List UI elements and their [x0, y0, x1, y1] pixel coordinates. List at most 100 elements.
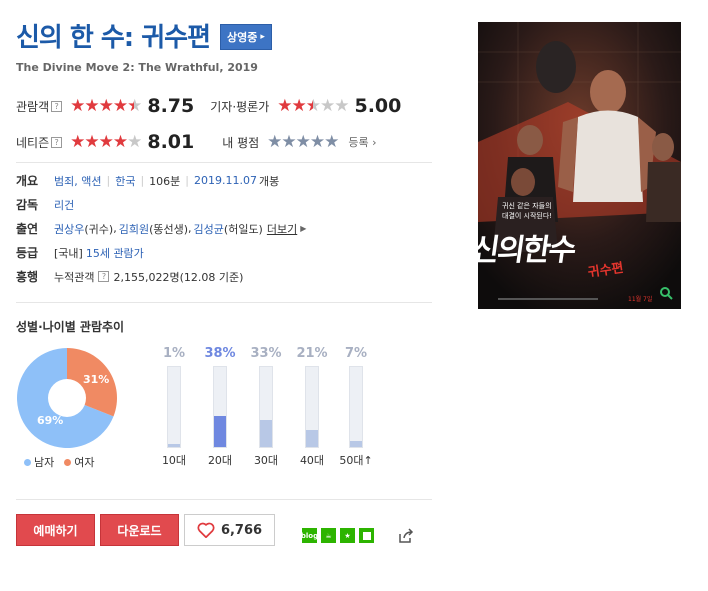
star-icon: ★★★★ [70, 96, 128, 116]
age-pct-label: 38% [204, 346, 236, 361]
rating-row-2: 네티즌 ? ★★★★ ★ 8.01 내 평점 ★★★★★ 등록 › [16, 131, 377, 153]
cast-member-link[interactable]: 김성균 [194, 221, 224, 237]
memo-share-icon[interactable] [359, 528, 374, 543]
grade-prefix: [국내] [54, 246, 83, 260]
age-bar-column: 38% 20대 [200, 346, 240, 468]
age-bar [214, 415, 226, 447]
legend-female: 여자 [64, 454, 95, 470]
cast-label: 출연 [16, 222, 39, 236]
poster-art: 귀신 같은 자들의 대결이 시작된다! 신의한수 귀수편 11월 7일 [478, 22, 681, 309]
poster-tagline-1: 귀신 같은 자들의 [502, 201, 552, 210]
heart-icon [197, 522, 215, 538]
divider [16, 302, 432, 303]
status-badge[interactable]: 상영중 ▸ [220, 23, 272, 50]
genre-link[interactable]: 범죄, 액션 [54, 173, 101, 189]
like-count: 6,766 [220, 522, 263, 538]
boxoffice-text: 누적관객 [54, 270, 95, 284]
age-label: 40대 [299, 454, 325, 467]
overview-label: 개요 [16, 174, 39, 188]
blog-share-icon[interactable]: blog [301, 528, 318, 543]
cast-row: 출연 권상우 (귀수), 김희원 (똥선생), 김성균 (허일도) 더보기 ▶ [16, 220, 306, 237]
age-bar [260, 419, 272, 447]
movie-poster[interactable]: 귀신 같은 자들의 대결이 시작된다! 신의한수 귀수편 11월 7일 [478, 22, 681, 309]
gender-pie-chart: 69% 31% [17, 348, 118, 448]
age-label: 50대↑ [339, 454, 373, 467]
half-star-icon: ★ [305, 96, 321, 116]
release-date-link[interactable]: 2019.11.07 [194, 174, 257, 187]
legend-male-label: 남자 [34, 456, 55, 469]
audience-score: 8.75 [147, 95, 195, 117]
legend-male: 남자 [24, 454, 54, 470]
age-label: 10대 [161, 454, 187, 467]
chevron-right-icon: › [372, 136, 377, 149]
bookmark-star-icon[interactable]: ★ [340, 528, 355, 543]
like-button[interactable]: 6,766 [184, 514, 275, 546]
cast-role: (귀수) [84, 222, 114, 236]
my-rating-label-text: 내 평점 [222, 135, 260, 150]
netizen-label-text: 네티즌 [16, 135, 50, 150]
country-link[interactable]: 한국 [115, 173, 135, 189]
status-badge-label: 상영중 [227, 30, 258, 44]
age-pct-label: 21% [296, 346, 328, 361]
critic-score: 5.00 [354, 95, 402, 117]
reserve-button[interactable]: 예매하기 [16, 514, 95, 546]
help-icon[interactable]: ? [98, 271, 110, 282]
release-suffix: 개봉 [259, 174, 280, 188]
share-icon[interactable] [398, 528, 414, 544]
overview-row: 개요 범죄, 액션 | 한국 | 106분 | 2019.11.07 개봉 [16, 172, 279, 189]
comma: , [113, 222, 117, 235]
critic-label-text: 기자·평론가 [210, 99, 270, 114]
caret-right-icon: ▶ [300, 224, 307, 233]
age-pct-label: 7% [344, 346, 368, 361]
age-bar-track [305, 366, 319, 448]
netizen-stars: ★★★★ ★ [70, 132, 142, 152]
poster-tagline-2: 대결이 시작된다! [502, 211, 552, 220]
audience-trend-title: 성별·나이별 관람추이 [16, 320, 125, 334]
grade-row: 등급 [국내] 15세 관람가 [16, 244, 144, 261]
cast-role: (똥선생) [149, 222, 189, 236]
director-label: 감독 [16, 198, 39, 212]
pie-hole [48, 379, 86, 417]
star-icon: ★★ [277, 96, 307, 116]
register-rating-link[interactable]: 등록 › [348, 134, 376, 150]
runtime: 106분 [149, 174, 181, 188]
age-bar [350, 441, 362, 447]
cast-more-link[interactable]: 더보기 [267, 221, 297, 237]
star-icon: ★★★★ [70, 132, 128, 152]
age-pct-label: 33% [250, 346, 282, 361]
divider [16, 499, 432, 500]
director-link[interactable]: 리건 [54, 197, 74, 213]
age-bar-column: 7% 50대↑ [336, 346, 376, 468]
age-bar-column: 1% 10대 [154, 346, 194, 468]
age-bar-track [349, 366, 363, 448]
poster-release-date: 11월 7일 [628, 295, 652, 303]
empty-star-icon[interactable]: ★★★★★ [267, 132, 339, 152]
share-icons: blog ☕ ★ [301, 528, 374, 543]
my-rating-label: 내 평점 [222, 134, 259, 151]
my-rating-stars[interactable]: ★★★★★ [267, 132, 339, 152]
grade-label: 등급 [16, 246, 39, 260]
audience-rating-label: 관람객 ? [16, 98, 63, 115]
empty-star-icon: ★ [127, 132, 142, 152]
cast-member-link[interactable]: 권상우 [54, 221, 84, 237]
age-pct-label: 1% [162, 346, 186, 361]
grade-link[interactable]: 15세 관람가 [86, 245, 144, 261]
download-button[interactable]: 다운로드 [100, 514, 179, 546]
boxoffice-date: (12.08 기준) [179, 270, 244, 284]
empty-star-icon: ★★ [319, 96, 350, 116]
age-bar [168, 444, 180, 447]
cast-member-link[interactable]: 김희원 [119, 221, 149, 237]
help-icon[interactable]: ? [51, 100, 63, 112]
boxoffice-row: 흥행 누적관객 ? 2,155,022명 (12.08 기준) [16, 268, 243, 285]
movie-subtitle: The Divine Move 2: The Wrathful, 2019 [16, 61, 258, 74]
audience-stars: ★★★★ ★ [70, 96, 142, 116]
help-icon[interactable]: ? [51, 136, 63, 148]
cast-role: (허일도) [223, 222, 263, 236]
divider [16, 162, 432, 163]
cafe-share-icon[interactable]: ☕ [321, 528, 336, 543]
separator: | [106, 174, 111, 187]
age-bar-track [259, 366, 273, 448]
critic-stars: ★★ ★ ★★ [277, 96, 350, 116]
poster-title: 신의한수 [478, 233, 578, 268]
movie-title: 신의 한 수: 귀수편 [16, 23, 211, 53]
